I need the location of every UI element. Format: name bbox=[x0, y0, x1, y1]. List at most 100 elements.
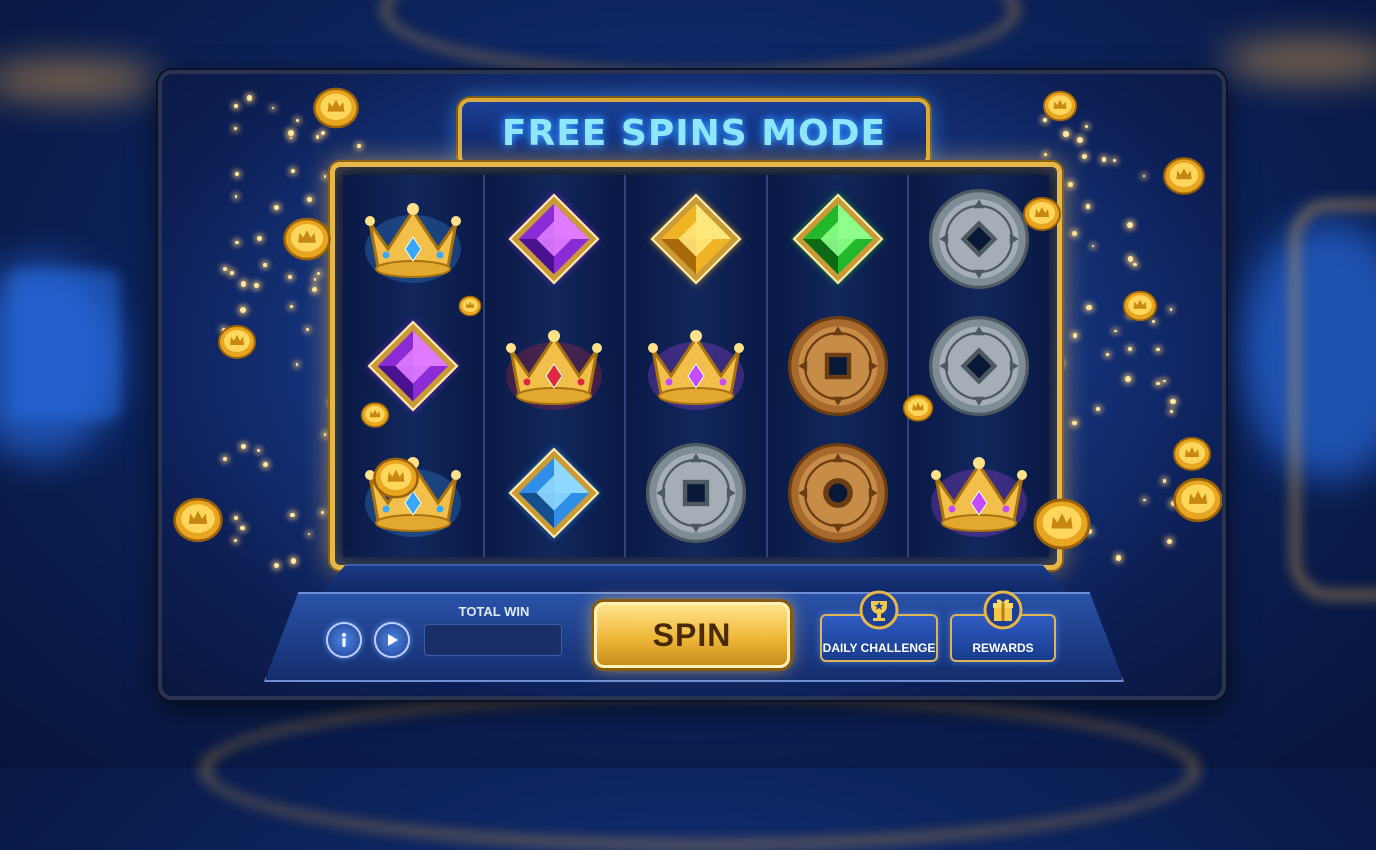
gem-blue-symbol bbox=[499, 438, 609, 548]
info-icon bbox=[342, 633, 346, 647]
sparkle bbox=[307, 532, 310, 535]
spin-button[interactable]: SPIN bbox=[594, 602, 790, 668]
gold-coin-icon bbox=[172, 494, 224, 546]
sparkle bbox=[1086, 304, 1092, 310]
rewards-button[interactable]: REWARDS bbox=[950, 590, 1056, 662]
background-floor-ring bbox=[200, 690, 1200, 850]
reel-3 bbox=[626, 175, 768, 557]
gold-coin-icon bbox=[1122, 288, 1158, 324]
daily-challenge-button[interactable]: DAILY CHALLENGE bbox=[820, 590, 938, 662]
gem-green-symbol bbox=[783, 184, 893, 294]
sparkle bbox=[307, 197, 312, 202]
gold-coin-icon bbox=[1042, 88, 1078, 124]
sparkle bbox=[1071, 230, 1077, 236]
sparkle bbox=[357, 144, 361, 148]
sparkle bbox=[306, 327, 309, 331]
spin-label: SPIN bbox=[652, 616, 732, 653]
coin-bronze-square-icon bbox=[787, 315, 888, 417]
sparkle bbox=[240, 525, 245, 531]
sparkle bbox=[233, 538, 237, 542]
sparkle bbox=[1156, 347, 1160, 352]
gold-coin-icon bbox=[1022, 194, 1062, 234]
autoplay-button[interactable] bbox=[374, 622, 410, 658]
sparkle bbox=[323, 174, 327, 178]
sparkle bbox=[290, 512, 295, 518]
background-slot-machine bbox=[10, 270, 120, 420]
coin-silver-diamond-symbol bbox=[924, 311, 1034, 421]
coin-silver-diamond-icon bbox=[929, 188, 1030, 289]
sparkle bbox=[235, 240, 239, 245]
sparkle bbox=[1170, 398, 1176, 405]
crown-purple-gem-symbol bbox=[924, 438, 1034, 548]
crown-red-gem-icon bbox=[506, 329, 603, 410]
gem-purple-symbol bbox=[499, 184, 609, 294]
sparkle bbox=[254, 282, 259, 288]
gift-icon bbox=[983, 590, 1023, 630]
sparkle bbox=[234, 126, 238, 130]
sparkle bbox=[289, 304, 293, 308]
play-icon bbox=[388, 634, 398, 646]
crown-purple-gem-icon bbox=[647, 329, 744, 410]
sparkle bbox=[1043, 152, 1047, 156]
daily-challenge-label: DAILY CHALLENGE bbox=[822, 641, 936, 655]
gold-coin-icon bbox=[360, 400, 390, 430]
coin-bronze-square-symbol bbox=[783, 311, 893, 421]
sparkle bbox=[1072, 420, 1077, 426]
sparkle bbox=[1106, 353, 1109, 356]
reel-2 bbox=[484, 175, 627, 557]
sparkle bbox=[1170, 410, 1173, 413]
gem-gold-icon bbox=[649, 192, 743, 285]
sparkle bbox=[240, 307, 246, 314]
crown-red-gem-symbol bbox=[499, 311, 609, 421]
trophy-icon bbox=[859, 590, 899, 630]
gold-coin-icon bbox=[312, 84, 360, 132]
crown-blue-gem-icon bbox=[364, 202, 461, 283]
sparkle bbox=[240, 281, 246, 287]
game-screen: FREE SPINS MODE TOTAL WIN SPIN DAILY CHA… bbox=[158, 70, 1226, 700]
sparkle bbox=[295, 363, 298, 366]
coin-silver-square-icon bbox=[645, 443, 747, 544]
rewards-label: REWARDS bbox=[972, 641, 1034, 655]
gem-green-icon bbox=[791, 192, 884, 285]
background-light-strip-left bbox=[0, 60, 160, 100]
background-light-strip-right bbox=[1220, 40, 1376, 80]
sparkle bbox=[316, 271, 320, 276]
crown-blue-gem-symbol bbox=[358, 184, 468, 294]
total-win-display bbox=[424, 624, 562, 656]
sparkle bbox=[1114, 329, 1117, 333]
coin-bronze-ring-icon bbox=[787, 443, 888, 544]
total-win-label: TOTAL WIN bbox=[458, 604, 530, 619]
sparkle bbox=[290, 558, 297, 564]
background-arch bbox=[1290, 200, 1376, 600]
sparkle bbox=[229, 271, 234, 275]
sparkle bbox=[1133, 262, 1137, 267]
sparkle bbox=[313, 278, 316, 281]
reel-4 bbox=[767, 175, 910, 557]
gold-coin-icon bbox=[1172, 434, 1212, 474]
gold-coin-icon bbox=[217, 322, 257, 362]
gem-purple-icon bbox=[508, 192, 601, 285]
background-ceiling-ring bbox=[380, 0, 1020, 80]
coin-silver-square-symbol bbox=[641, 438, 751, 548]
sparkle bbox=[1127, 222, 1134, 228]
sparkle bbox=[1127, 256, 1134, 262]
coin-bronze-ring-symbol bbox=[783, 438, 893, 548]
gold-coin-icon bbox=[902, 392, 934, 424]
gold-coin-icon bbox=[282, 214, 332, 264]
sparkle bbox=[288, 130, 294, 137]
coin-silver-diamond-symbol bbox=[924, 184, 1034, 294]
crown-purple-gem-symbol bbox=[641, 311, 751, 421]
gold-coin-icon bbox=[1172, 474, 1222, 526]
sparkle bbox=[1156, 381, 1160, 386]
mode-title: FREE SPINS MODE bbox=[501, 112, 887, 154]
gold-coin-icon bbox=[458, 294, 482, 318]
sparkle bbox=[223, 457, 228, 461]
title-banner: FREE SPINS MODE bbox=[458, 98, 930, 168]
gold-coin-icon bbox=[1162, 154, 1206, 198]
sparkle bbox=[256, 236, 262, 242]
sparkle bbox=[1063, 131, 1069, 137]
coin-silver-diamond-icon bbox=[929, 315, 1030, 417]
sparkle bbox=[234, 172, 239, 177]
info-button[interactable] bbox=[326, 622, 362, 658]
sparkle bbox=[1068, 182, 1073, 187]
